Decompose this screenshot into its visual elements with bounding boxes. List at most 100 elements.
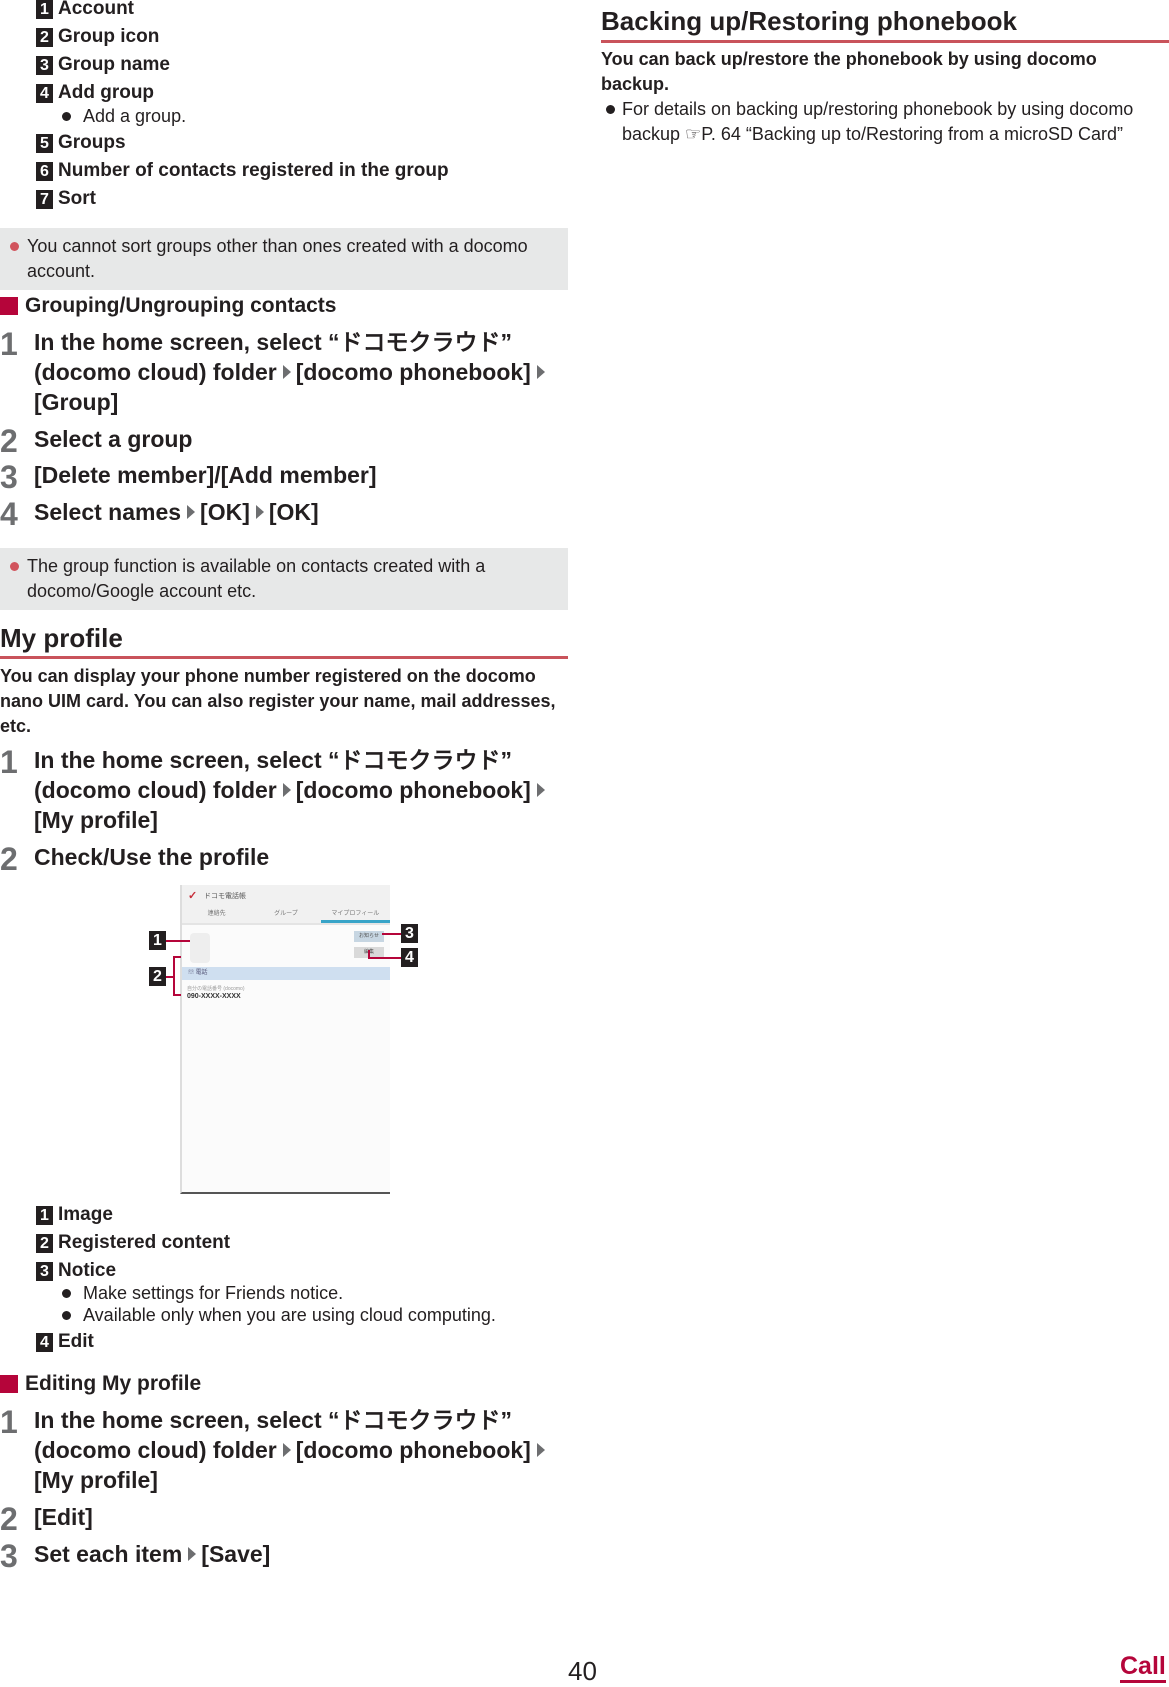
step-part: Select names [34,499,182,525]
page-number: 40 [568,1656,597,1686]
step-part: [My profile] [34,807,158,833]
number-badge: 3 [36,1261,53,1281]
phone-band: ☏ 電話 [182,967,390,980]
bullet-icon [10,242,19,251]
callout-line [368,950,370,958]
number-badge: 7 [36,189,53,209]
step-number: 2 [0,423,18,459]
bullet-item: For details on backing up/restoring phon… [606,97,1169,147]
step-number: 3 [0,1538,18,1574]
note-text: The group function is available on conta… [27,556,486,601]
page-reference-link[interactable]: P. 64 “Backing up to/Restoring from a mi… [701,124,1123,144]
arrow-icon [282,782,291,797]
bullet-icon [62,111,71,121]
step-text: In the home screen, select “ドコモクラウド” (do… [34,327,554,417]
bullet-icon [606,105,615,114]
legend-label: Registered content [58,1232,231,1253]
step-text: [Edit] [34,1504,93,1530]
tab-my-profile: マイプロフィール [320,907,390,923]
step-number: 1 [0,1404,18,1440]
section-lead: You can back up/restore the phonebook by… [601,49,1097,94]
note-text: You cannot sort groups other than ones c… [27,236,528,281]
step-number: 2 [0,841,18,877]
legend-label: Number of contacts registered in the gro… [58,160,449,181]
step-number: 4 [0,496,18,532]
bullet-text: Add a group. [83,106,187,126]
arrow-icon [282,364,291,379]
number-badge: 2 [36,27,53,47]
arrow-icon [187,504,196,519]
number-badge: 5 [36,133,53,153]
legend-label: Notice [58,1260,117,1281]
subsection-heading: Editing My profile [0,1372,201,1396]
step: 2 Select a group [0,423,554,459]
step-part: [My profile] [34,1467,158,1493]
legend-label: Sort [58,188,96,209]
note-box: You cannot sort groups other than ones c… [0,228,568,290]
step-number: 1 [0,744,18,780]
step-text: In the home screen, select “ドコモクラウド” (do… [34,745,554,835]
avatar-icon [190,933,210,963]
section-title: My profile [0,623,123,653]
subsection-heading: Grouping/Ungrouping contacts [0,294,336,318]
bullet-item: Add a group. [62,105,186,127]
step-text: Check/Use the profile [34,844,270,870]
section-title: Backing up/Restoring phonebook [601,6,1018,36]
bullet-icon [62,1288,71,1298]
step-number: 3 [0,459,18,495]
step-text: In the home screen, select “ドコモクラウド” (do… [34,1405,554,1495]
step: 1 In the home screen, select “ドコモクラウド” (… [0,1405,554,1495]
square-icon [0,297,18,315]
arrow-icon [536,1442,545,1457]
tab-groups: グループ [274,911,298,917]
legend-item: 2 Group icon [36,26,159,48]
callout-badge: 4 [401,948,418,967]
legend-item: 1 Account [36,0,134,20]
step-part: [docomo phonebook] [295,1437,531,1463]
step-number: 2 [0,1501,18,1537]
step-part: [docomo phonebook] [295,777,531,803]
step: 1 In the home screen, select “ドコモクラウド” (… [0,745,554,835]
callout-bracket [173,994,181,996]
step-text: [Delete member]/[Add member] [34,462,377,488]
step: 4 Select names [OK] [OK] [0,496,554,532]
square-icon [0,1375,18,1393]
callout-line [382,933,401,935]
callout-bracket [173,956,181,958]
arrow-icon [536,364,545,379]
arrow-icon [188,1546,197,1561]
legend-item: 6 Number of contacts registered in the gr… [36,160,449,182]
arrow-icon [255,504,264,519]
step-part: [docomo phonebook] [295,359,531,385]
bullet-item: Make settings for Friends notice. [62,1282,343,1304]
legend-item: 3 Group name [36,54,170,76]
callout-badge: 2 [149,967,166,986]
note-box: The group function is available on conta… [0,548,568,610]
legend-label: Groups [58,132,126,153]
legend-label: Image [58,1204,113,1225]
callout-line [166,940,190,942]
legend-label: Group name [58,54,170,75]
section-rule [0,656,568,659]
arrow-icon [536,782,545,797]
step: 3 Set each item [Save] [0,1538,554,1574]
number-badge: 2 [36,1233,53,1253]
step-part: [Group] [34,389,119,415]
step-text: Select names [OK] [OK] [34,497,554,529]
legend-item: 1 Image [36,1204,113,1226]
bullet-icon [10,562,19,571]
step-part: Set each item [34,1541,183,1567]
number-badge: 3 [36,55,53,75]
step-number: 1 [0,326,18,362]
legend-label: Account [58,0,134,19]
callout-line [368,957,401,959]
heading-text: Editing My profile [25,1372,202,1395]
reference-icon: ☞ [685,124,702,144]
legend-item: 7 Sort [36,188,96,210]
bullet-icon [62,1310,71,1320]
app-bar: ✓ ドコモ電話帳 [182,885,390,907]
step: 2 Check/Use the profile [0,841,554,877]
number-badge: 6 [36,161,53,181]
profile-screenshot: ✓ドコモ電話帳 連絡先 グループ マイプロフィール お知らせ 編集 ☏ 電話 自… [180,885,390,1194]
section-link[interactable]: Call [1120,1652,1166,1683]
